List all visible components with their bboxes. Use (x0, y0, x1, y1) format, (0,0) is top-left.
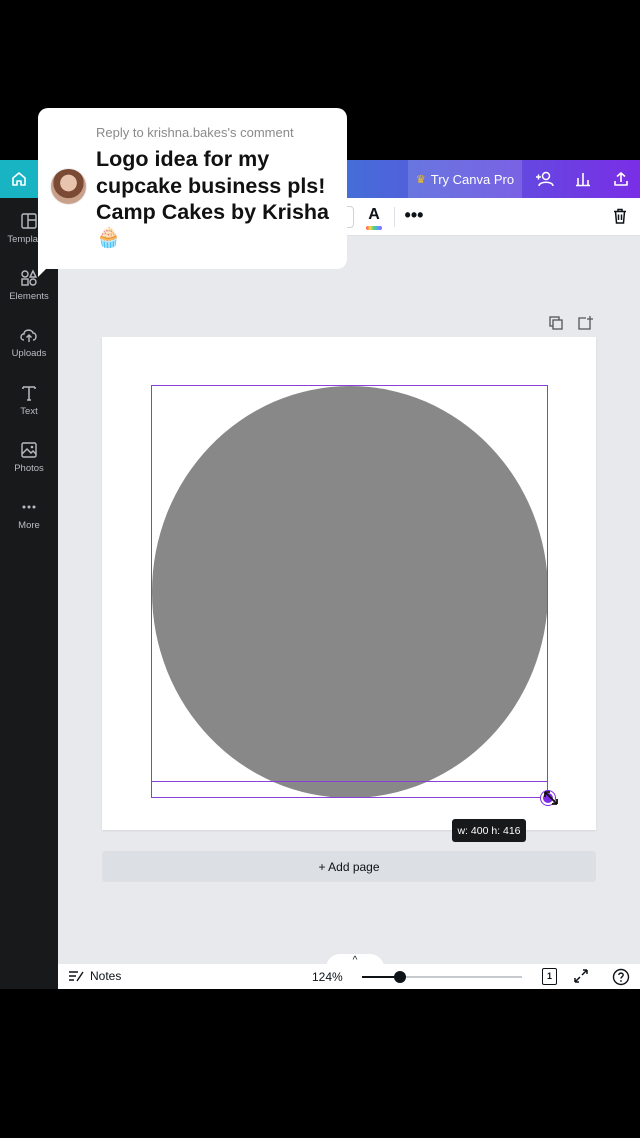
photos-icon (21, 442, 37, 458)
notes-icon (69, 971, 84, 982)
sidebar-item-label: Elements (9, 291, 49, 302)
reply-comment-bubble: Reply to krishna.bakes's comment Logo id… (38, 108, 347, 269)
share-people-button[interactable] (527, 160, 563, 198)
sidebar-item-label: Photos (14, 463, 44, 474)
left-sidebar: Templates Elements Uploads Text Photos M… (0, 198, 58, 989)
more-icon (22, 505, 36, 509)
duplicate-page-button[interactable] (548, 315, 564, 331)
toolbar-divider (394, 207, 395, 227)
help-button[interactable] (612, 968, 630, 986)
sidebar-item-label: Uploads (11, 348, 47, 359)
sidebar-item-label: More (18, 520, 40, 531)
bottom-bar: ^ Notes 124% 1 (58, 954, 640, 989)
elements-icon (21, 269, 38, 286)
cupcake-emoji: 🧁 (96, 227, 121, 249)
zoom-slider-knob[interactable] (394, 971, 407, 983)
duplicate-icon (549, 316, 563, 330)
add-page-button[interactable]: + Add page (102, 851, 596, 882)
notes-label: Notes (90, 969, 122, 983)
size-tooltip: w: 400 h: 416 (452, 819, 526, 842)
share-people-icon (536, 171, 554, 187)
add-page-icon (578, 316, 593, 330)
trash-icon (614, 208, 626, 224)
text-icon (22, 386, 36, 401)
reply-message: Logo idea for my cupcake business pls! C… (96, 147, 330, 224)
color-swatch-bar (366, 226, 382, 230)
help-icon (612, 968, 630, 986)
notes-button[interactable]: Notes (68, 969, 121, 983)
expand-pages-tab[interactable]: ^ (326, 954, 384, 968)
text-color-button[interactable]: A (364, 206, 384, 230)
home-button[interactable] (0, 160, 38, 198)
sidebar-item-text[interactable]: Text (0, 384, 58, 434)
canva-editor: ♛ Try Canva Pro A ••• Templates Elements… (0, 160, 640, 989)
try-canva-pro-button[interactable]: ♛ Try Canva Pro (408, 160, 522, 198)
zoom-slider-track[interactable] (362, 976, 522, 978)
sidebar-item-more[interactable]: More (0, 498, 58, 548)
page-count-button[interactable]: 1 (542, 968, 557, 985)
selection-guide-line (151, 781, 548, 782)
crown-icon: ♛ (415, 173, 426, 186)
phone-screen: ♛ Try Canva Pro A ••• Templates Elements… (0, 0, 640, 1138)
delete-button[interactable] (611, 207, 631, 227)
fullscreen-icon (574, 969, 588, 983)
upload-icon (614, 172, 628, 186)
sidebar-item-uploads[interactable]: Uploads (0, 326, 58, 376)
fullscreen-button[interactable] (573, 968, 591, 986)
resize-cursor-icon (543, 790, 559, 806)
uploads-icon (20, 329, 37, 342)
stats-icon (576, 173, 590, 187)
text-color-icon: A (368, 206, 380, 223)
sidebar-item-photos[interactable]: Photos (0, 441, 58, 491)
avatar (50, 168, 87, 205)
sidebar-item-label: Text (20, 406, 38, 417)
stats-button[interactable] (565, 160, 601, 198)
zoom-level[interactable]: 124% (312, 970, 343, 984)
templates-icon (21, 213, 37, 229)
try-canva-pro-label: Try Canva Pro (430, 171, 515, 187)
home-icon (12, 172, 26, 186)
reply-header: Reply to krishna.bakes's comment (96, 125, 294, 140)
more-options-button[interactable]: ••• (402, 204, 426, 228)
add-new-page-button[interactable] (577, 315, 593, 331)
selection-box (151, 385, 548, 798)
upload-share-button[interactable] (603, 160, 639, 198)
